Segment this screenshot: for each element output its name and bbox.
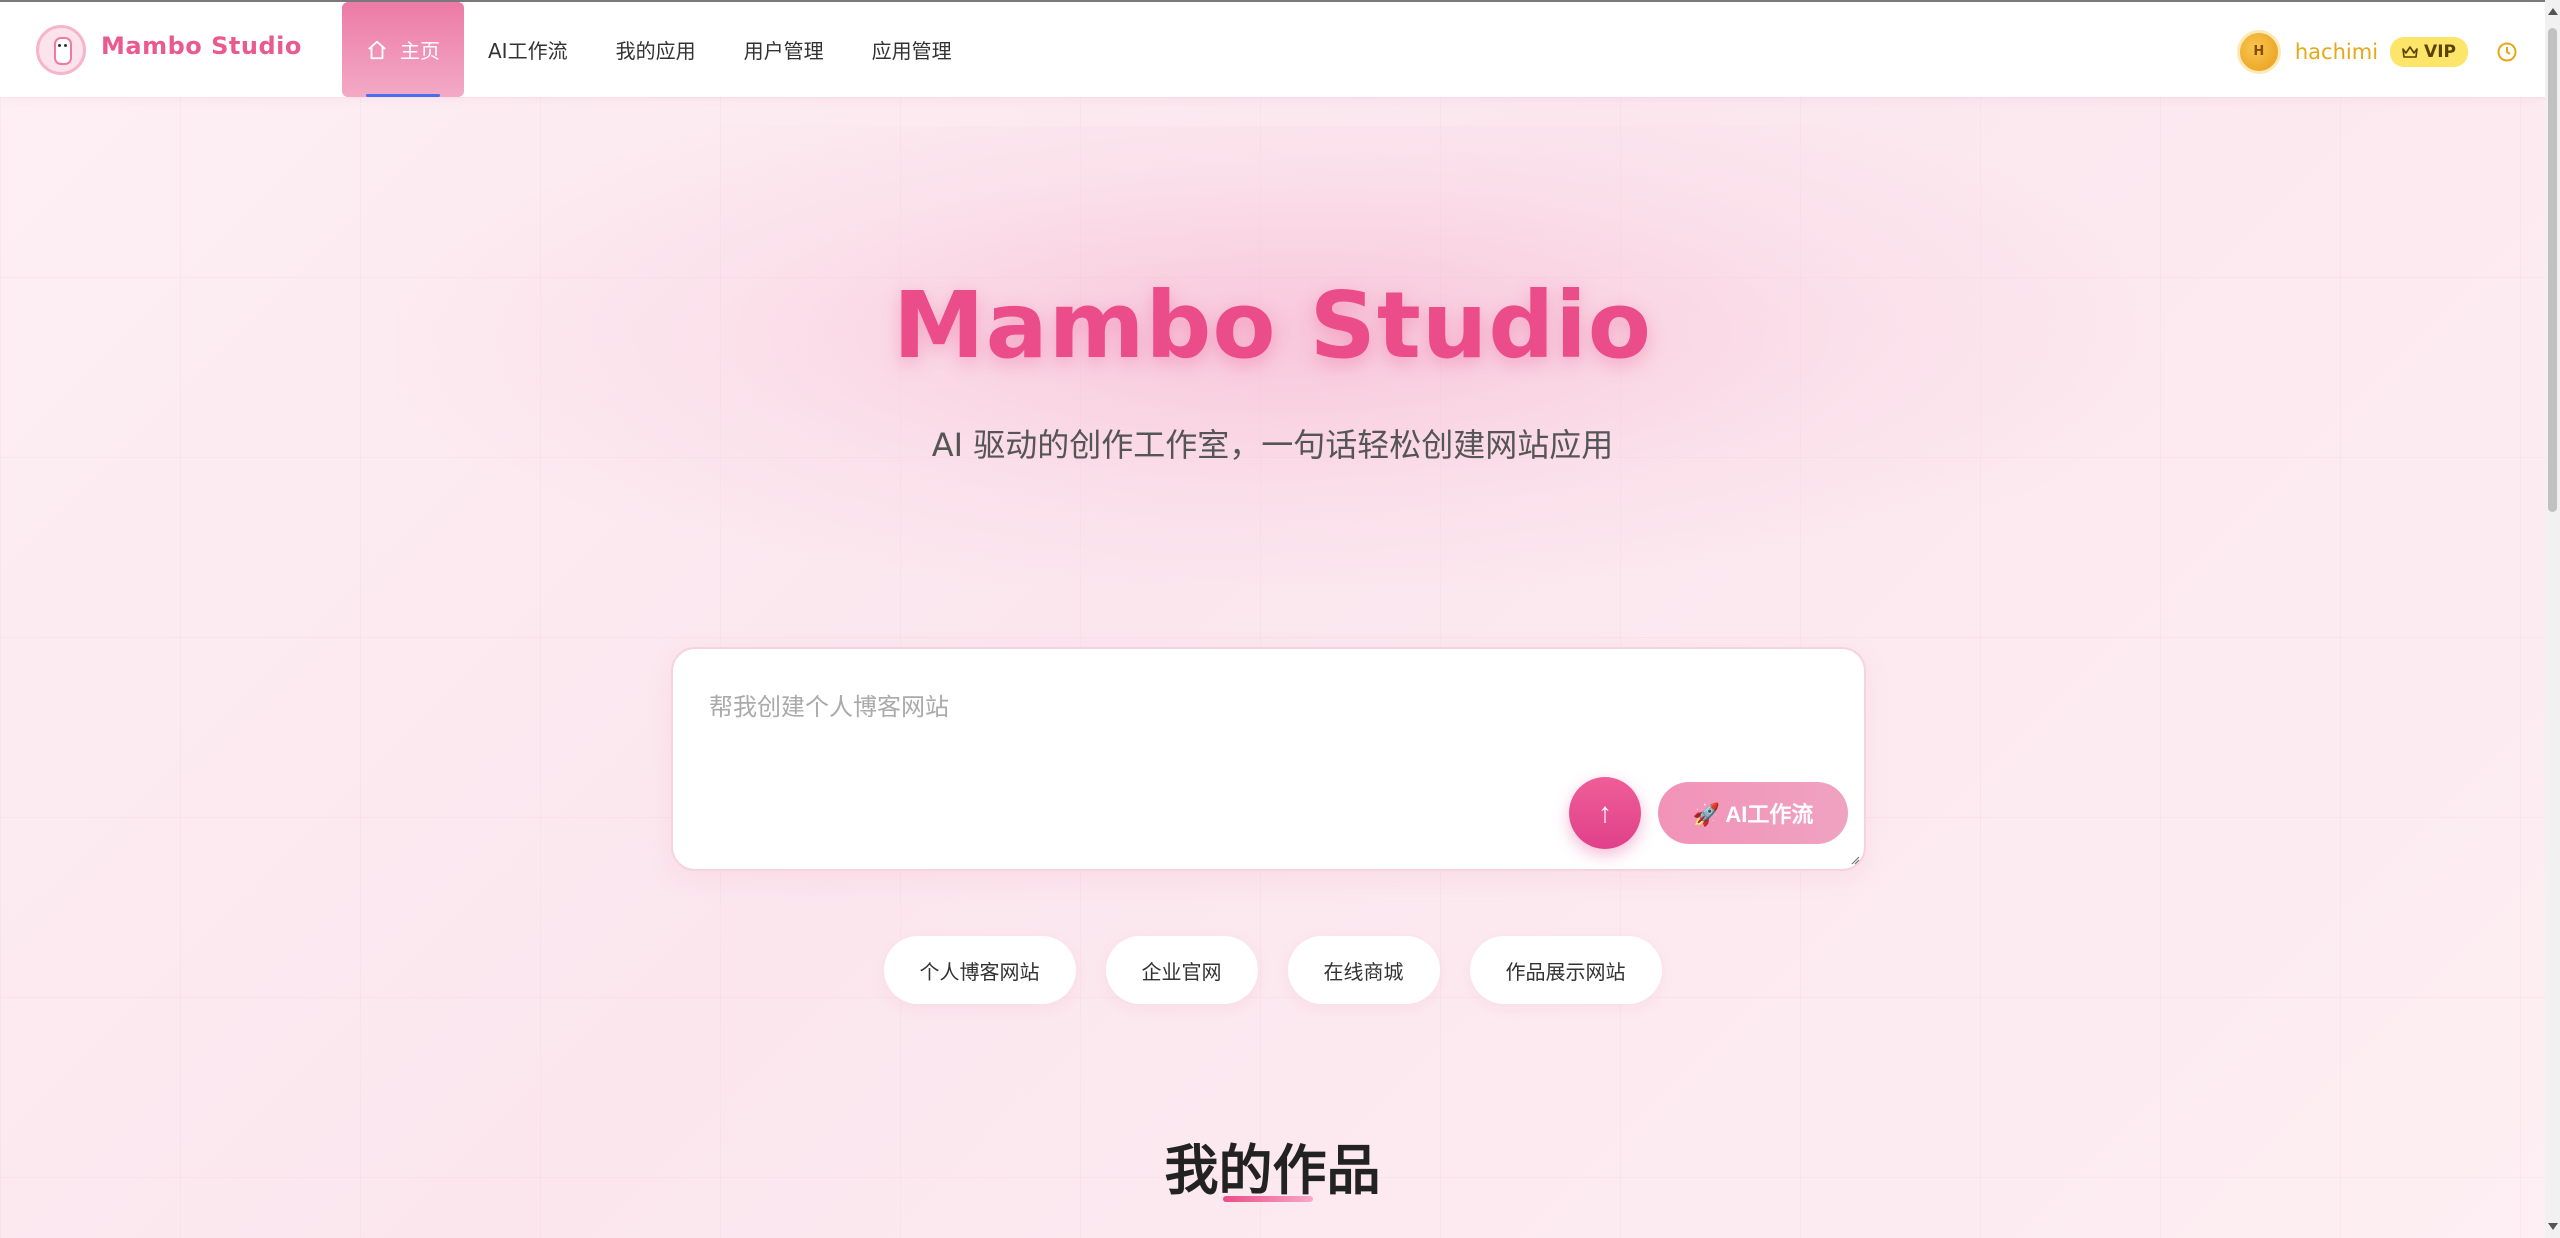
- avatar[interactable]: H: [2236, 29, 2281, 74]
- nav-item-label: 应用管理: [871, 39, 952, 63]
- home-icon: [368, 40, 386, 59]
- nav-item-user-management[interactable]: 用户管理: [720, 2, 848, 97]
- prompt-input[interactable]: [707, 685, 1811, 769]
- nav-item-label: 主页: [400, 39, 440, 63]
- hero-subtitle: AI 驱动的创作工作室，一句话轻松创建网站应用: [931, 426, 1614, 464]
- nav-item-home[interactable]: 主页: [342, 2, 464, 97]
- vip-label: VIP: [2424, 41, 2456, 62]
- suggestion-chips: 个人博客网站 企业官网 在线商城 作品展示网站: [0, 936, 2545, 1004]
- nav-item-app-management[interactable]: 应用管理: [848, 2, 976, 97]
- top-navbar: Mambo Studio 主页 AI工作流 我的应用 用户管理 应用管理 H h…: [0, 2, 2545, 97]
- logo-icon[interactable]: [36, 25, 86, 75]
- crown-icon: [2402, 45, 2418, 58]
- page-scrollbar[interactable]: [2545, 0, 2560, 1238]
- prompt-box: ↑ 🚀 AI工作流: [671, 647, 1866, 871]
- vip-badge: VIP: [2390, 36, 2468, 67]
- scroll-up-icon[interactable]: [2548, 8, 2558, 15]
- suggestion-chip-shop[interactable]: 在线商城: [1287, 936, 1440, 1004]
- section-underline: [1223, 1196, 1313, 1202]
- section-title: 我的作品: [1164, 1139, 1381, 1202]
- nav-item-my-apps[interactable]: 我的应用: [592, 2, 720, 97]
- suggestion-chip-blog[interactable]: 个人博客网站: [883, 936, 1076, 1004]
- user-menu[interactable]: H hachimi VIP: [2236, 4, 2530, 99]
- nav-item-label: 我的应用: [615, 39, 696, 63]
- ai-workflow-button[interactable]: 🚀 AI工作流: [1658, 782, 1848, 844]
- brand-name[interactable]: Mambo Studio: [101, 32, 302, 60]
- main-nav: 主页 AI工作流 我的应用 用户管理 应用管理: [342, 2, 976, 97]
- hero-title: Mambo Studio: [893, 272, 1652, 379]
- nav-item-label: 用户管理: [743, 39, 824, 63]
- nav-item-label: AI工作流: [488, 39, 568, 63]
- scroll-down-icon[interactable]: [2548, 1223, 2558, 1230]
- resize-handle-icon[interactable]: [1850, 855, 1860, 865]
- send-button[interactable]: ↑: [1569, 777, 1641, 849]
- suggestion-chip-portfolio[interactable]: 作品展示网站: [1469, 936, 1662, 1004]
- username[interactable]: hachimi: [2295, 40, 2378, 64]
- clock-icon[interactable]: [2496, 41, 2518, 63]
- nav-item-ai-workflow[interactable]: AI工作流: [464, 2, 592, 97]
- suggestion-chip-corporate[interactable]: 企业官网: [1105, 936, 1258, 1004]
- scroll-thumb[interactable]: [2548, 28, 2557, 512]
